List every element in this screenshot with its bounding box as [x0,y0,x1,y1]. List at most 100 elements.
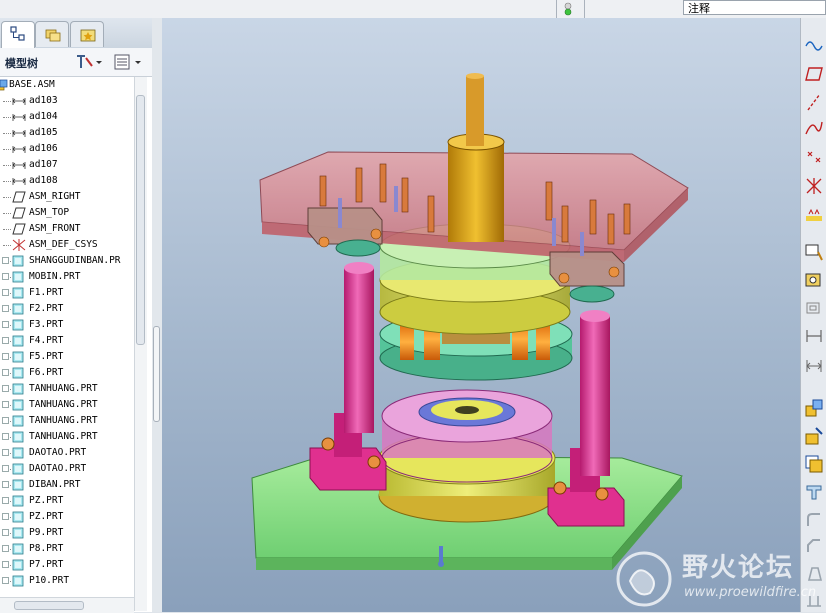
tree-item[interactable]: F3.PRT [0,317,134,333]
tree-item[interactable]: TANHUANG.PRT [0,429,134,445]
graphics-viewport[interactable] [162,18,800,612]
tree-item[interactable]: P10.PRT [0,573,134,589]
tree-item[interactable]: ASM_RIGHT [0,189,134,205]
tab-favorites[interactable] [70,21,104,47]
tab-model-tree[interactable] [1,21,35,49]
tree-item[interactable]: ad103 [0,93,134,109]
expand-toggle-icon[interactable] [2,289,9,296]
datum-point-tool[interactable] [804,148,824,168]
dimension-tool[interactable] [804,326,824,346]
sketch-tool[interactable] [804,34,824,54]
expand-toggle-icon[interactable] [2,369,9,376]
tree-item[interactable]: P8.PRT [0,541,134,557]
tree-item[interactable]: P7.PRT [0,557,134,573]
tree-item[interactable]: ad107 [0,157,134,173]
tree-item[interactable]: PZ.PRT [0,509,134,525]
expand-toggle-icon[interactable] [2,481,9,488]
tab-folder-browser[interactable] [35,21,69,47]
settings-dropdown-button[interactable] [74,53,104,71]
tree-item[interactable]: DAOTAO.PRT [0,445,134,461]
expand-toggle-icon[interactable] [2,337,9,344]
expand-toggle-icon[interactable] [2,417,9,424]
section-tool[interactable] [804,482,824,502]
measure-tool[interactable] [804,356,824,376]
expand-toggle-icon[interactable] [2,513,9,520]
tree-item[interactable]: TANHUANG.PRT [0,413,134,429]
expand-toggle-icon[interactable] [2,561,9,568]
tree-item-label: TANHUANG.PRT [29,431,98,442]
tree-horizontal-scrollbar[interactable] [0,597,134,613]
tree-item[interactable]: F4.PRT [0,333,134,349]
tree-item[interactable]: ad104 [0,109,134,125]
tree-item[interactable]: ASM_FRONT [0,221,134,237]
tree-item[interactable]: PZ.PRT [0,493,134,509]
expand-toggle-icon[interactable] [2,385,9,392]
tree-item[interactable]: SHANGGUDINBAN.PR [0,253,134,269]
expand-toggle-icon[interactable] [2,401,9,408]
tree-item[interactable]: F5.PRT [0,349,134,365]
dimension-icon [12,114,26,121]
expand-toggle-icon[interactable] [2,321,9,328]
part-icon [12,335,24,347]
tree-item[interactable]: F2.PRT [0,301,134,317]
sketched-curve-tool[interactable] [804,242,824,262]
tree-item-label: TANHUANG.PRT [29,399,98,410]
round-tool[interactable] [804,510,824,530]
tree-item[interactable]: F1.PRT [0,285,134,301]
tree-item[interactable]: ad108 [0,173,134,189]
expand-toggle-icon[interactable] [2,353,9,360]
expand-toggle-icon[interactable] [2,257,9,264]
hole-tool[interactable] [804,270,824,290]
datum-curve-tool[interactable] [804,118,824,138]
splitter-grip[interactable] [153,326,160,422]
tree-item-label: P10.PRT [29,575,70,586]
tree-item[interactable]: TANHUANG.PRT [0,381,134,397]
expand-toggle-icon[interactable] [2,273,9,280]
tree-item[interactable]: ASM_DEF_CSYS [0,237,134,253]
expand-toggle-icon[interactable] [2,433,9,440]
tree-item-label: ASM_DEF_CSYS [29,239,98,250]
tree-item[interactable]: ASM_TOP [0,205,134,221]
shell-tool[interactable] [804,298,824,318]
tree-root-item[interactable]: BASE.ASM [0,77,134,93]
status-light-icon[interactable] [563,2,573,16]
annotation-field[interactable]: 注释 [683,0,826,15]
expand-toggle-icon[interactable] [2,449,9,456]
expand-toggle-icon[interactable] [2,305,9,312]
expand-toggle-icon[interactable] [2,529,9,536]
expand-toggle-icon[interactable] [2,577,9,584]
tree-item-label: MOBIN.PRT [29,271,81,282]
tree-connector [3,245,11,246]
scrollbar-thumb[interactable] [136,95,145,345]
expand-toggle-icon[interactable] [2,465,9,472]
tree-item[interactable]: TANHUANG.PRT [0,397,134,413]
tree-connector [3,165,11,166]
curve-edit-icon [805,244,823,261]
tree-item-label: F1.PRT [29,287,64,298]
tree-connector [3,197,11,198]
tree-item[interactable]: ad106 [0,141,134,157]
expand-toggle-icon[interactable] [2,497,9,504]
tree-item-label: ad104 [29,111,58,122]
expand-toggle-icon[interactable] [2,545,9,552]
copy-component-tool[interactable] [804,454,824,474]
tree-item[interactable]: F6.PRT [0,365,134,381]
datum-axis-icon [807,93,821,111]
shell-icon [806,302,820,314]
panel-splitter[interactable] [152,18,162,612]
datum-axis-tool[interactable] [804,92,824,112]
tree-item[interactable]: P9.PRT [0,525,134,541]
tree-item[interactable]: MOBIN.PRT [0,269,134,285]
tree-item[interactable]: DIBAN.PRT [0,477,134,493]
tree-vertical-scrollbar[interactable] [134,77,147,611]
tree-item[interactable]: ad105 [0,125,134,141]
scrollbar-thumb[interactable] [14,601,84,610]
show-dropdown-button[interactable] [113,53,145,71]
component-place-tool[interactable] [804,398,824,418]
datum-plane-tool[interactable] [804,64,824,84]
analysis-tool[interactable] [804,204,824,224]
tree-item-label: ad103 [29,95,58,106]
tree-item[interactable]: DAOTAO.PRT [0,461,134,477]
coordinate-system-tool[interactable] [804,176,824,196]
component-create-tool[interactable] [804,426,824,446]
